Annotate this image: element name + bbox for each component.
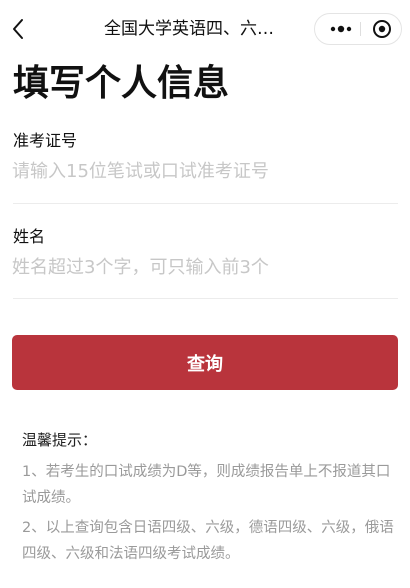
tips-title: 温馨提示： xyxy=(22,431,98,449)
name-input[interactable] xyxy=(12,253,396,281)
exam-id-label: 准考证号 xyxy=(13,131,78,150)
name-label: 姓名 xyxy=(13,227,46,246)
name-divider xyxy=(13,298,398,299)
page-title: 填写个人信息 xyxy=(13,63,230,104)
miniprogram-close-icon[interactable] xyxy=(367,14,397,44)
exam-id-divider xyxy=(13,203,398,204)
capsule-divider xyxy=(360,22,361,36)
query-button[interactable]: 查询 xyxy=(12,335,398,390)
tip-item-2: 2、以上查询包含日语四级、六级，德语四级、六级，俄语四级、六级和法语四级考试成绩… xyxy=(22,520,394,562)
menu-capsule xyxy=(314,13,402,45)
navigation-bar: 全国大学英语四、六… xyxy=(0,0,410,56)
nav-title: 全国大学英语四、六… xyxy=(104,19,274,39)
more-dots-icon[interactable] xyxy=(325,14,357,44)
chevron-left-icon[interactable] xyxy=(6,16,30,42)
exam-id-input[interactable] xyxy=(12,157,396,185)
tip-item-1: 1、若考生的口试成绩为D等，则成绩报告单上不报道其口试成绩。 xyxy=(22,464,391,506)
